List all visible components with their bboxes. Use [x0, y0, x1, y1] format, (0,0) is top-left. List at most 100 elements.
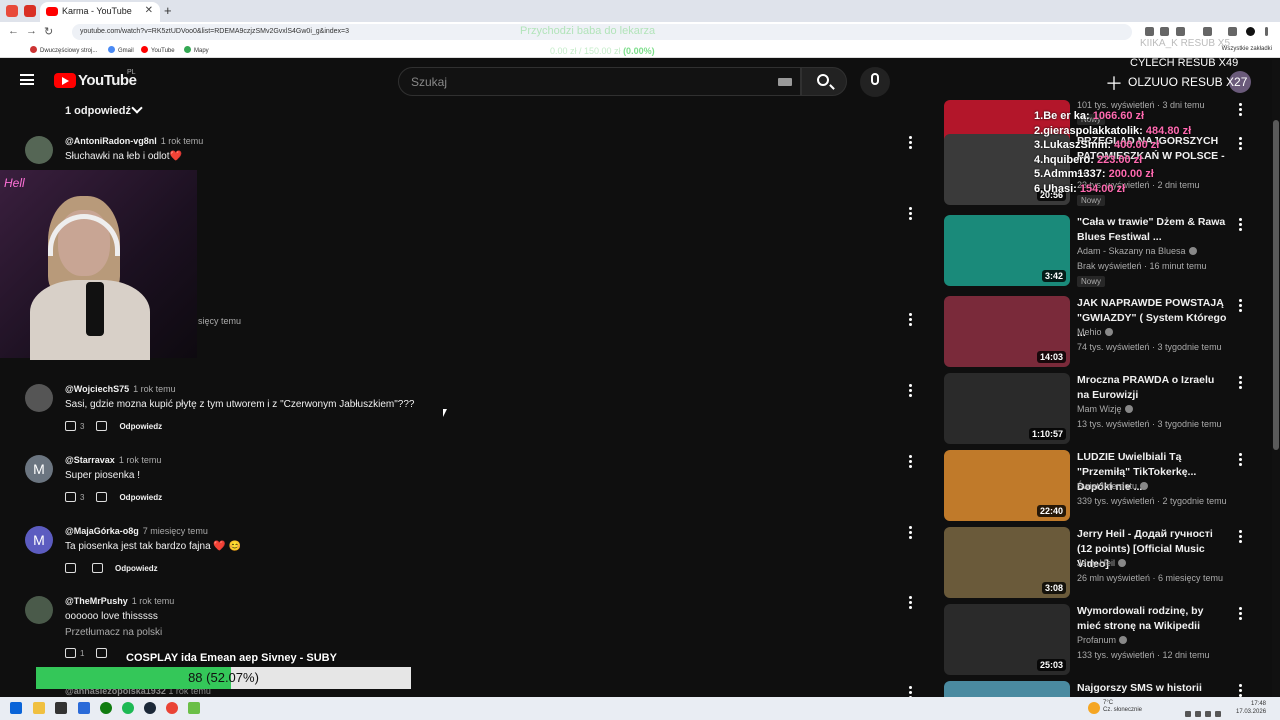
dislike-icon[interactable] [96, 492, 108, 502]
windows-start-icon[interactable] [10, 702, 22, 714]
bookmark-item[interactable]: Mapy [184, 46, 209, 54]
steam-icon[interactable] [144, 702, 156, 714]
stream-goal-title: Przychodzi baba do lekarza [520, 25, 656, 37]
spotify-icon[interactable] [122, 702, 134, 714]
xbox-icon[interactable] [100, 702, 112, 714]
more-icon[interactable] [1239, 299, 1242, 314]
voice-search-button[interactable] [860, 67, 890, 97]
replies-toggle[interactable]: 1 odpowiedź [65, 105, 131, 117]
chrome-icon[interactable] [166, 702, 178, 714]
extensions-icon[interactable] [1203, 27, 1212, 36]
more-icon[interactable] [909, 313, 913, 327]
avatar[interactable] [25, 596, 53, 624]
comment-author[interactable]: @TheMrPushy 1 rok temu [65, 596, 174, 606]
video-channel[interactable]: Adam - Skazany na Bluesa [1077, 246, 1197, 256]
video-card[interactable]: 22:40 LUDZIE Uwielbiali Tą "Przemiłą" Tik… [944, 450, 1254, 524]
system-tray[interactable] [1185, 704, 1233, 717]
more-icon[interactable] [909, 596, 913, 610]
reply-button[interactable]: Odpowiedz [119, 493, 162, 502]
dislike-icon[interactable] [96, 421, 108, 431]
video-card[interactable]: 3:42 "Cała w trawie" Dżem & Rawa Blues Fe… [944, 215, 1254, 289]
video-thumbnail[interactable]: 14:03 [944, 296, 1070, 367]
youtube-logo-icon[interactable] [54, 73, 76, 88]
create-icon[interactable]: ＋ [1105, 70, 1123, 96]
video-channel[interactable]: Mam Wizję [1077, 404, 1133, 414]
app-icon[interactable] [55, 702, 67, 714]
bookmark-item[interactable]: Dwuczęściowy stroj... [30, 46, 97, 54]
more-icon[interactable] [1239, 376, 1242, 391]
video-title[interactable]: "Cała w trawie" Dżem & Rawa Blues Festiw… [1077, 215, 1227, 245]
clock[interactable]: 17:48 17.03.2026 [1236, 700, 1266, 716]
like-icon[interactable] [65, 421, 76, 431]
avatar[interactable]: M [25, 526, 53, 554]
reply-button[interactable]: Odpowiedz [119, 422, 162, 431]
app-icon[interactable] [78, 702, 90, 714]
video-title[interactable]: Najgorszy SMS w historii [1077, 681, 1227, 696]
video-thumbnail[interactable]: 3:42 [944, 215, 1070, 286]
reload-icon[interactable]: ↻ [44, 25, 53, 38]
more-icon[interactable] [1239, 453, 1242, 468]
video-card[interactable]: 1:10:57 Mroczna PRAWDA o Izraelu na Eurow… [944, 373, 1254, 447]
avatar[interactable] [25, 384, 53, 412]
translate-link[interactable]: Przetłumacz na polski [65, 627, 162, 638]
comment-author[interactable]: @Starravax 1 rok temu [65, 455, 161, 465]
chevron-down-icon[interactable] [131, 102, 143, 114]
dislike-icon[interactable] [96, 648, 108, 658]
video-thumbnail[interactable]: 25:03 [944, 604, 1070, 675]
video-thumbnail[interactable]: 3:08 [944, 527, 1070, 598]
more-icon[interactable] [909, 384, 913, 398]
app-icon[interactable] [188, 702, 200, 714]
video-card[interactable]: 14:03 JAK NAPRAWDE POWSTAJĄ "GWIAZDY" ( S… [944, 296, 1254, 370]
avatar[interactable]: M [25, 455, 53, 483]
weather-widget[interactable]: 7°C Cz. słonecznie [1103, 700, 1142, 714]
search-input[interactable]: Szukaj [398, 67, 801, 96]
like-icon[interactable] [65, 563, 76, 573]
avatar[interactable] [25, 136, 53, 164]
keyboard-icon[interactable] [778, 78, 792, 86]
file-explorer-icon[interactable] [33, 702, 45, 714]
settings-icon[interactable] [1228, 27, 1237, 36]
bookmark-item[interactable]: Gmail [108, 46, 134, 54]
bookmark-item[interactable]: YouTube [141, 46, 175, 54]
comment-author[interactable]: @WojciechS75 1 rok temu [65, 384, 176, 394]
video-title[interactable]: Mroczna PRAWDA o Izraelu na Eurowizji [1077, 373, 1227, 403]
tab-youtube[interactable]: Karma - YouTube ✕ [40, 2, 160, 22]
tab-icon-gmail[interactable] [24, 5, 36, 17]
more-icon[interactable] [1239, 218, 1242, 233]
forward-icon[interactable]: → [26, 25, 37, 37]
extension-icon[interactable] [1145, 27, 1154, 36]
tab-close-icon[interactable]: ✕ [145, 5, 153, 16]
hamburger-menu-icon[interactable] [20, 74, 34, 85]
menu-icon[interactable] [1265, 27, 1268, 36]
video-channel[interactable]: Profanum [1077, 635, 1128, 645]
back-icon[interactable]: ← [8, 25, 19, 37]
like-icon[interactable] [65, 648, 76, 658]
like-count: 3 [80, 493, 85, 502]
video-channel[interactable]: Świat Internetu [1077, 481, 1149, 491]
video-channel[interactable]: Jerry Heil [1077, 558, 1127, 568]
reply-button[interactable]: Odpowiedz [115, 564, 158, 573]
video-channel[interactable]: Mehio [1077, 327, 1113, 337]
more-icon[interactable] [909, 207, 913, 221]
video-thumbnail[interactable]: 1:10:57 [944, 373, 1070, 444]
search-button[interactable] [801, 67, 847, 96]
video-card[interactable]: 25:03 Wymordowali rodzinę, by mieć stronę… [944, 604, 1254, 678]
like-icon[interactable] [65, 492, 76, 502]
video-card[interactable]: 3:08 Jerry Heil - Додай гучності (12 poin… [944, 527, 1254, 601]
dislike-icon[interactable] [92, 563, 103, 573]
star-icon[interactable] [1176, 27, 1185, 36]
video-title[interactable]: Wymordowali rodzinę, by mieć stronę na W… [1077, 604, 1227, 634]
comment-author[interactable]: @AntoniRadon-vg8nl 1 rok temu [65, 136, 203, 146]
profile-icon[interactable] [1246, 27, 1255, 36]
more-icon[interactable] [909, 136, 913, 150]
more-icon[interactable] [1239, 530, 1242, 545]
more-icon[interactable] [909, 455, 913, 469]
scrollbar-thumb[interactable] [1273, 120, 1279, 450]
tab-icon-red[interactable] [6, 5, 18, 17]
new-tab-icon[interactable]: + [164, 3, 172, 18]
video-thumbnail[interactable]: 22:40 [944, 450, 1070, 521]
more-icon[interactable] [1239, 607, 1242, 622]
more-icon[interactable] [909, 526, 913, 540]
zoom-icon[interactable] [1160, 27, 1169, 36]
comment-author[interactable]: @MajaGórka-o8g 7 miesięcy temu [65, 526, 208, 536]
